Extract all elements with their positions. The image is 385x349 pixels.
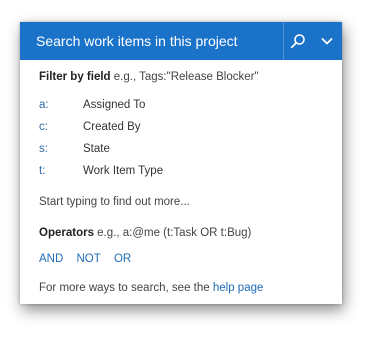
search-button[interactable] [284, 22, 312, 60]
dropdown-toggle-button[interactable] [312, 22, 342, 60]
chevron-down-icon [321, 37, 333, 45]
field-row-created-by[interactable]: c: Created By [39, 121, 319, 135]
operator-and[interactable]: AND [39, 253, 63, 265]
filter-section-header: Filter by field e.g., Tags:"Release Bloc… [39, 71, 259, 83]
field-key: a: [39, 99, 49, 111]
field-name: Created By [83, 121, 141, 133]
field-key: c: [39, 121, 48, 133]
field-key: s: [39, 143, 48, 155]
operators-list: AND NOT OR [39, 253, 141, 265]
operators-example: e.g., a:@me (t:Task OR t:Bug) [97, 227, 252, 239]
search-bar [20, 22, 342, 60]
operator-not[interactable]: NOT [76, 253, 100, 265]
filter-heading: Filter by field [39, 71, 111, 83]
operators-section-header: Operators e.g., a:@me (t:Task OR t:Bug) [39, 227, 251, 239]
field-row-assigned-to[interactable]: a: Assigned To [39, 99, 319, 113]
typing-hint: Start typing to find out more... [39, 196, 190, 208]
field-name: State [83, 143, 110, 155]
operator-or[interactable]: OR [114, 253, 131, 265]
field-row-state[interactable]: s: State [39, 143, 319, 157]
footer-text: For more ways to search, see the [39, 282, 210, 294]
field-name: Work Item Type [83, 165, 164, 177]
field-row-work-item-type[interactable]: t: Work Item Type [39, 165, 319, 179]
help-page-link[interactable]: help page [213, 282, 264, 294]
search-icon [290, 34, 305, 49]
field-name: Assigned To [83, 99, 146, 111]
search-input[interactable] [20, 22, 283, 60]
search-dropdown-panel: Filter by field e.g., Tags:"Release Bloc… [20, 22, 342, 304]
footer: For more ways to search, see the help pa… [39, 282, 263, 294]
field-key: t: [39, 165, 46, 177]
filter-example: e.g., Tags:"Release Blocker" [113, 71, 259, 83]
operators-heading: Operators [39, 227, 94, 239]
